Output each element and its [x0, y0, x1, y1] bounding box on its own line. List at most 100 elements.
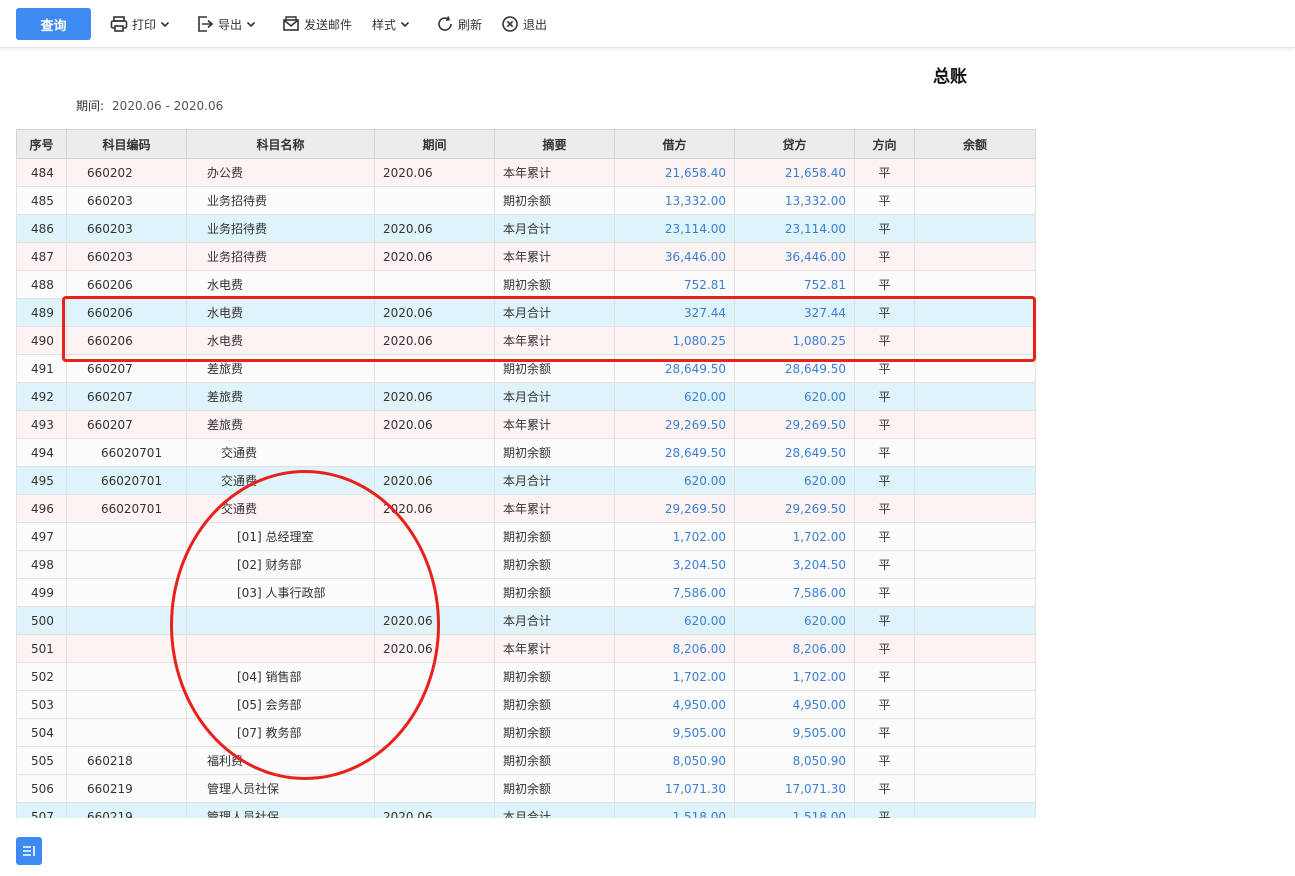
header-account-name[interactable]: 科目名称 [186, 129, 375, 159]
summary-cell: 期初余额 [494, 270, 615, 299]
send-email-button[interactable]: 发送邮件 [282, 12, 352, 36]
header-period[interactable]: 期间 [374, 129, 495, 159]
period-cell [374, 746, 495, 775]
seq-cell: 507 [16, 802, 67, 818]
side-menu-button[interactable] [16, 837, 42, 865]
period-value: 2020.06 - 2020.06 [112, 99, 224, 113]
table-row[interactable]: 497 [01] 总经理室 期初余额 1,702.00 1,702.00 平 [16, 522, 1036, 551]
seq-cell: 506 [16, 774, 67, 803]
table-row[interactable]: 490 660206 水电费 2020.06 本年累计 1,080.25 1,080.25 平 [16, 326, 1036, 355]
direction-cell: 平 [854, 550, 915, 579]
account-code-cell: 66020701 [66, 438, 187, 467]
ledger-table-container[interactable]: 序号 科目编码 科目名称 期间 摘要 借方 贷方 方向 余额 484 660202… [16, 129, 1036, 818]
table-row[interactable]: 501 2020.06 本年累计 8,206.00 8,206.00 平 [16, 634, 1036, 663]
balance-cell [914, 634, 1036, 663]
query-button[interactable]: 查询 [16, 8, 91, 40]
seq-cell: 491 [16, 354, 67, 383]
exit-button[interactable]: 退出 [501, 12, 547, 36]
seq-cell: 495 [16, 466, 67, 495]
table-row[interactable]: 494 66020701 交通费 期初余额 28,649.50 28,649.50 平 [16, 438, 1036, 467]
debit-cell: 13,332.00 [614, 186, 735, 215]
credit-cell: 327.44 [734, 298, 855, 327]
summary-cell: 本年累计 [494, 494, 615, 523]
table-row[interactable]: 495 66020701 交通费 2020.06 本月合计 620.00 620.00 平 [16, 466, 1036, 495]
table-row[interactable]: 500 2020.06 本月合计 620.00 620.00 平 [16, 606, 1036, 635]
table-row[interactable]: 505 660218 福利费 期初余额 8,050.90 8,050.90 平 [16, 746, 1036, 775]
table-row[interactable]: 484 660202 办公费 2020.06 本年累计 21,658.40 21,658.4… [16, 158, 1036, 187]
table-row[interactable]: 487 660203 业务招待费 2020.06 本年累计 36,446.00 36,446… [16, 242, 1036, 271]
table-row[interactable]: 503 [05] 会务部 期初余额 4,950.00 4,950.00 平 [16, 690, 1036, 719]
direction-cell: 平 [854, 802, 915, 818]
balance-cell [914, 522, 1036, 551]
table-row[interactable]: 488 660206 水电费 期初余额 752.81 752.81 平 [16, 270, 1036, 299]
header-balance[interactable]: 余额 [914, 129, 1036, 159]
summary-cell: 期初余额 [494, 774, 615, 803]
table-row[interactable]: 492 660207 差旅费 2020.06 本月合计 620.00 620.00 平 [16, 382, 1036, 411]
account-code-cell: 660207 [66, 354, 187, 383]
account-code-cell [66, 690, 187, 719]
table-row[interactable]: 502 [04] 销售部 期初余额 1,702.00 1,702.00 平 [16, 662, 1036, 691]
account-code-cell: 660203 [66, 214, 187, 243]
period-cell [374, 578, 495, 607]
debit-cell: 21,658.40 [614, 158, 735, 187]
account-name-cell: [02] 财务部 [186, 550, 375, 579]
account-code-cell: 660203 [66, 186, 187, 215]
table-row[interactable]: 504 [07] 教务部 期初余额 9,505.00 9,505.00 平 [16, 718, 1036, 747]
table-row[interactable]: 485 660203 业务招待费 期初余额 13,332.00 13,332.00 平 [16, 186, 1036, 215]
print-menu-button[interactable]: 打印 [110, 12, 170, 36]
debit-cell: 752.81 [614, 270, 735, 299]
debit-cell: 23,114.00 [614, 214, 735, 243]
table-row[interactable]: 499 [03] 人事行政部 期初余额 7,586.00 7,586.00 平 [16, 578, 1036, 607]
table-row[interactable]: 498 [02] 财务部 期初余额 3,204.50 3,204.50 平 [16, 550, 1036, 579]
table-row[interactable]: 486 660203 业务招待费 2020.06 本月合计 23,114.00 23,114… [16, 214, 1036, 243]
credit-cell: 36,446.00 [734, 242, 855, 271]
table-row[interactable]: 493 660207 差旅费 2020.06 本年累计 29,269.50 29,269.5… [16, 410, 1036, 439]
style-menu-button[interactable]: 样式 [372, 12, 410, 36]
account-name-cell: 交通费 [186, 494, 375, 523]
header-summary[interactable]: 摘要 [494, 129, 615, 159]
export-menu-button[interactable]: 导出 [196, 12, 256, 36]
account-code-cell: 66020701 [66, 494, 187, 523]
seq-cell: 488 [16, 270, 67, 299]
account-name-cell: [05] 会务部 [186, 690, 375, 719]
account-name-cell: 水电费 [186, 298, 375, 327]
account-code-cell [66, 606, 187, 635]
direction-cell: 平 [854, 242, 915, 271]
header-credit[interactable]: 贷方 [734, 129, 855, 159]
credit-cell: 28,649.50 [734, 354, 855, 383]
printer-icon [110, 16, 128, 32]
summary-cell: 本年累计 [494, 242, 615, 271]
seq-cell: 497 [16, 522, 67, 551]
direction-cell: 平 [854, 634, 915, 663]
summary-cell: 本月合计 [494, 802, 615, 818]
period-cell: 2020.06 [374, 606, 495, 635]
summary-cell: 本月合计 [494, 298, 615, 327]
period-cell: 2020.06 [374, 634, 495, 663]
table-row[interactable]: 489 660206 水电费 2020.06 本月合计 327.44 327.44 平 [16, 298, 1036, 327]
chevron-down-icon [160, 21, 170, 28]
seq-cell: 498 [16, 550, 67, 579]
debit-cell: 9,505.00 [614, 718, 735, 747]
summary-cell: 期初余额 [494, 690, 615, 719]
table-row[interactable]: 496 66020701 交通费 2020.06 本年累计 29,269.50 29,269… [16, 494, 1036, 523]
balance-cell [914, 774, 1036, 803]
refresh-label: 刷新 [458, 17, 483, 32]
table-row[interactable]: 506 660219 管理人员社保 期初余额 17,071.30 17,071.30 平 [16, 774, 1036, 803]
debit-cell: 4,950.00 [614, 690, 735, 719]
table-row[interactable]: 491 660207 差旅费 期初余额 28,649.50 28,649.50 平 [16, 354, 1036, 383]
summary-cell: 本年累计 [494, 158, 615, 187]
header-debit[interactable]: 借方 [614, 129, 735, 159]
balance-cell [914, 298, 1036, 327]
send-email-label: 发送邮件 [304, 17, 353, 32]
account-name-cell: 差旅费 [186, 410, 375, 439]
header-seq[interactable]: 序号 [16, 129, 67, 159]
refresh-button[interactable]: 刷新 [436, 12, 482, 36]
header-direction[interactable]: 方向 [854, 129, 915, 159]
balance-cell [914, 578, 1036, 607]
table-row[interactable]: 507 660219 管理人员社保 2020.06 本月合计 1,518.00 1,518.… [16, 802, 1036, 818]
account-code-cell: 660202 [66, 158, 187, 187]
header-account-code[interactable]: 科目编码 [66, 129, 187, 159]
direction-cell: 平 [854, 466, 915, 495]
seq-cell: 503 [16, 690, 67, 719]
credit-cell: 7,586.00 [734, 578, 855, 607]
